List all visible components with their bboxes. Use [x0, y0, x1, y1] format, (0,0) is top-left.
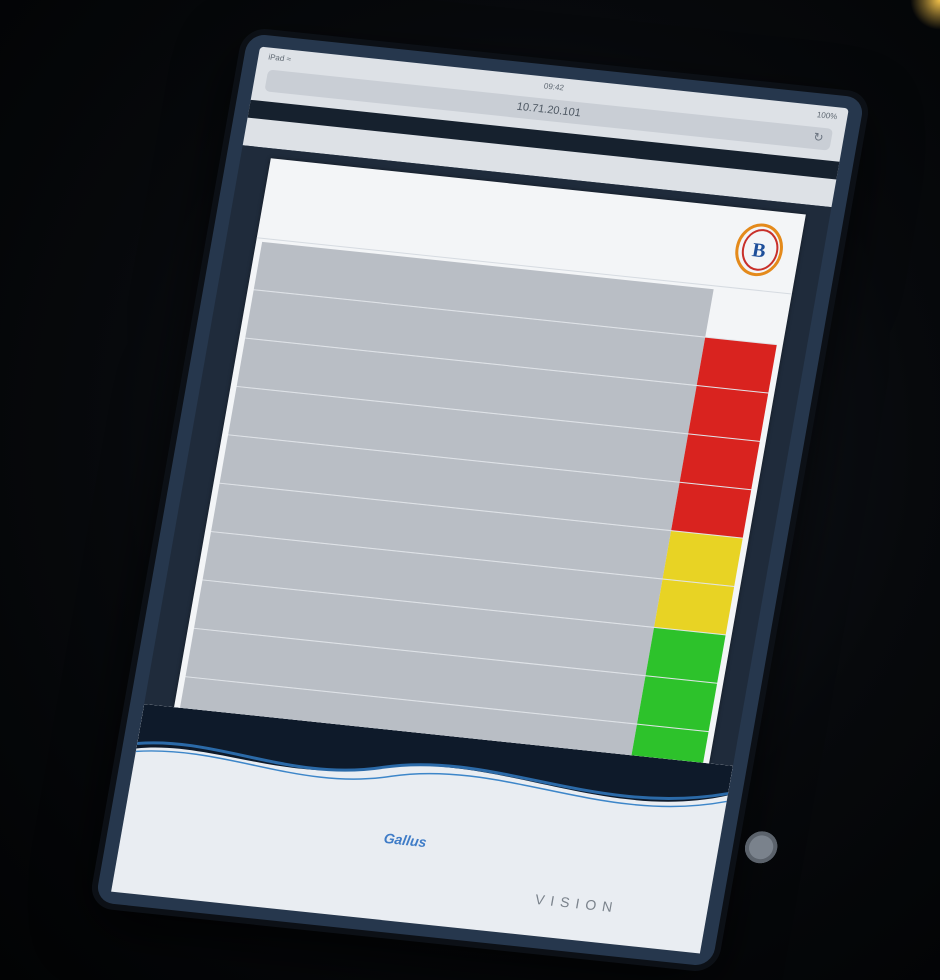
status-value: [687, 442, 751, 449]
status-count: [653, 636, 717, 643]
url-text: 10.71.20.101: [515, 100, 582, 120]
ambient-light: [910, 0, 940, 30]
status-indicator-red: [688, 386, 769, 441]
status-count: [661, 587, 725, 594]
status-indicator-green: [637, 676, 718, 732]
status-indicator-yellow: [654, 579, 735, 635]
logo-letter: B: [750, 239, 767, 262]
status-value: [670, 539, 734, 546]
status-battery: 100%: [816, 109, 839, 121]
status-carrier: iPad ≈: [267, 52, 292, 64]
status-count: [704, 346, 768, 353]
status-indicator-red: [696, 337, 777, 393]
status-indicator-red: [671, 482, 752, 538]
status-count: [712, 297, 776, 304]
status-value: [704, 346, 768, 353]
status-count: [678, 491, 742, 498]
company-logo-icon: B: [735, 223, 783, 277]
status-value: [678, 491, 742, 498]
status-indicator-yellow: [662, 531, 743, 587]
status-value: [644, 684, 708, 691]
status-value: [712, 297, 776, 304]
status-value: [636, 733, 700, 740]
status-indicator-red: [679, 434, 760, 490]
status-value: [653, 636, 717, 643]
report-sheet: B: [166, 158, 806, 829]
status-count: [636, 733, 700, 740]
status-indicator-green: [645, 627, 726, 683]
status-value: [661, 587, 725, 594]
status-count: [670, 539, 734, 546]
machine-list: [168, 241, 786, 829]
tablet-device: iPad ≈ 09:42 100% 10.71.20.101 ↻ B Gallu…: [95, 33, 865, 967]
status-indicator-none: [705, 289, 785, 344]
status-count: [687, 442, 751, 449]
footer-brand-logo: Gallus: [382, 829, 428, 851]
status-value: [695, 394, 759, 401]
footer-vision-logo: VISION: [533, 891, 620, 916]
status-count: [644, 684, 708, 691]
status-time: 09:42: [543, 80, 565, 92]
web-page: B Gallus VISION: [111, 145, 832, 954]
reload-icon[interactable]: ↻: [812, 130, 824, 145]
status-count: [695, 394, 759, 401]
home-button[interactable]: [742, 829, 780, 865]
